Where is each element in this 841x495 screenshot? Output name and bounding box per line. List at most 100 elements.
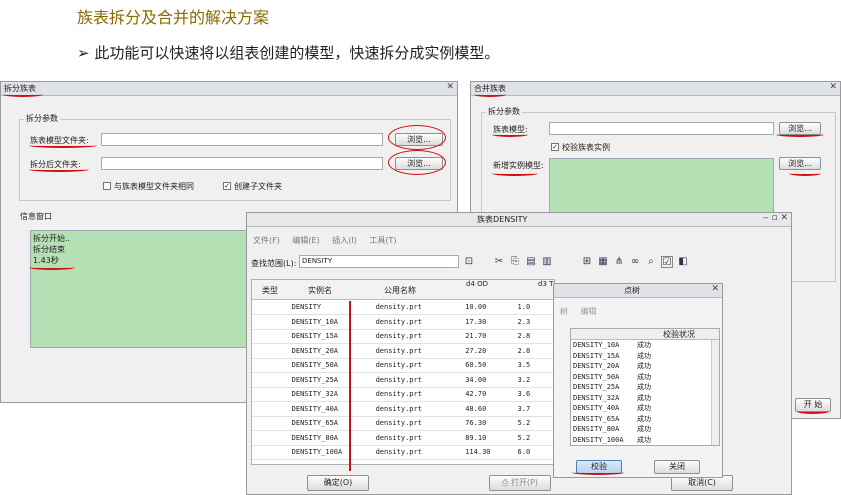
table-row[interactable]: DENSITY_15A density.prt 21.70 2.8: [252, 329, 554, 344]
table-cell: 42.70: [457, 387, 516, 402]
tree-icon[interactable]: ⊞: [581, 256, 593, 268]
create-subfolder-checkbox[interactable]: ✓: [223, 182, 231, 190]
table-cell: density.prt: [373, 372, 458, 388]
browse-new-instance-button[interactable]: 浏览...: [779, 157, 821, 170]
table-row[interactable]: DENSITY_32A density.prt 42.70 3.6: [252, 387, 554, 402]
table-header: 类型 实例名 公用名称 d4 OD d3 THK: [252, 280, 554, 300]
table-cell: [252, 401, 290, 417]
family-table-titlebar[interactable]: 族表DENSITY ‒ ▫ ✕: [247, 213, 791, 227]
annotation-underline: [797, 409, 829, 414]
same-folder-checkbox[interactable]: [103, 182, 111, 190]
cut-icon[interactable]: ✂: [493, 256, 505, 268]
split-dialog-titlebar[interactable]: 拆分族表 ✕: [1, 82, 457, 96]
table-row[interactable]: DENSITY_20A density.prt 27.20 2.8: [252, 343, 554, 359]
table-row[interactable]: DENSITY_100A density.prt 114.30 6.0: [252, 445, 554, 460]
paste-icon[interactable]: ▤: [525, 256, 537, 268]
window-controls-icon[interactable]: ‒ ▫ ✕: [763, 213, 788, 223]
menu-tree-edit[interactable]: 编辑: [581, 307, 597, 316]
info-line: 拆分结束: [33, 245, 65, 254]
close-button[interactable]: 关闭: [654, 460, 700, 474]
open-icon: ⎙: [501, 478, 511, 487]
merge-dialog-titlebar[interactable]: 合并族表 ✕: [471, 82, 840, 96]
same-folder-label: 与族表模型文件夹相同: [114, 182, 194, 191]
table-row[interactable]: DENSITY_80A density.prt 89.10 5.2: [252, 430, 554, 446]
table-cell: 114.30: [457, 445, 516, 460]
col-common-name[interactable]: 公用名称: [384, 285, 416, 296]
ok-button[interactable]: 确定(O): [307, 475, 369, 491]
verify-tree-menubar: 树 编辑: [560, 306, 607, 317]
table-row[interactable]: DENSITY_25A density.prt 34.00 3.2: [252, 372, 554, 388]
scrollbar[interactable]: [711, 340, 719, 445]
table-row[interactable]: DENSITY_50A density.prt 60.50 3.5: [252, 358, 554, 373]
annotation-underline: [492, 132, 528, 137]
info-line: 拆分开始..: [33, 234, 71, 243]
table-row[interactable]: DENSITY_40A density.prt 48.60 3.7: [252, 401, 554, 417]
table-cell: DENSITY_10A: [289, 314, 374, 330]
close-icon[interactable]: ✕: [829, 82, 837, 92]
verify-row[interactable]: DENSITY_65A 成功: [571, 414, 719, 425]
col-type[interactable]: 类型: [262, 285, 278, 296]
preview-icon[interactable]: ∞: [629, 256, 641, 268]
table-view-icon[interactable]: ◧: [677, 256, 689, 268]
folder-up-icon[interactable]: ⊡: [463, 256, 475, 268]
menu-tools[interactable]: 工具(T): [369, 236, 396, 245]
column-icon[interactable]: ▥: [541, 256, 553, 268]
verify-table-icon[interactable]: ☑: [661, 256, 673, 268]
verify-row[interactable]: DENSITY_10A 成功: [571, 340, 719, 351]
annotation-underline: [29, 143, 97, 148]
family-model-input[interactable]: [549, 122, 774, 135]
family-folder-input[interactable]: [101, 133, 383, 146]
annotation-underline: [29, 167, 89, 172]
table-cell: [252, 387, 290, 402]
col-d4[interactable]: d4 OD: [466, 280, 496, 289]
verify-row[interactable]: DENSITY_40A 成功: [571, 403, 719, 414]
table-cell: [252, 445, 290, 460]
verify-row[interactable]: DENSITY_25A 成功: [571, 382, 719, 393]
verify-row[interactable]: DENSITY_100A 成功: [571, 435, 719, 446]
table-cell: 3.6: [515, 387, 554, 402]
table-cell: 89.10: [457, 430, 516, 446]
table-cell: [252, 300, 290, 315]
table-row[interactable]: DENSITY_10A density.prt 17.30 2.3: [252, 314, 554, 330]
info-window: 拆分开始.. 拆分结束 1.43秒: [30, 230, 248, 348]
verify-row[interactable]: DENSITY_50A 成功: [571, 372, 719, 383]
verify-row-status: 成功: [637, 404, 651, 412]
scope-select[interactable]: DENSITY: [299, 255, 459, 268]
filter-icon[interactable]: ⋔: [613, 256, 625, 268]
table-cell: 17.30: [457, 314, 516, 330]
copy-icon[interactable]: ⎘: [509, 256, 521, 268]
verify-rows: DENSITY_10A 成功 DENSITY_15A 成功 DENSITY_20A 成功 D…: [571, 340, 719, 445]
menu-edit[interactable]: 编辑(E): [292, 236, 319, 245]
verify-tree-titlebar[interactable]: 点树 ✕: [554, 284, 722, 298]
table-cell: DENSITY_32A: [289, 387, 374, 402]
table-cell: 5.2: [515, 416, 554, 431]
col-instance-name[interactable]: 实例名: [308, 285, 332, 296]
table-cell: [252, 329, 290, 344]
close-icon[interactable]: ✕: [711, 284, 719, 294]
table-cell: 34.00: [457, 372, 516, 388]
table-cell: 3.5: [515, 358, 554, 373]
close-icon[interactable]: ✕: [446, 82, 454, 92]
verify-row[interactable]: DENSITY_20A 成功: [571, 361, 719, 372]
table-row[interactable]: DENSITY_65A density.prt 76.30 5.2: [252, 416, 554, 431]
verify-instances-checkbox[interactable]: ✓: [551, 143, 559, 151]
menu-file[interactable]: 文件(F): [253, 236, 280, 245]
open-button[interactable]: ⎙ 打开(P): [489, 475, 551, 491]
search-icon[interactable]: ⌕: [645, 256, 657, 268]
menu-tree[interactable]: 树: [560, 307, 568, 316]
verify-row[interactable]: DENSITY_32A 成功: [571, 393, 719, 404]
output-folder-input[interactable]: [101, 157, 383, 170]
table-cell: density.prt: [373, 329, 458, 344]
table-cell: 5.2: [515, 430, 554, 446]
verify-row[interactable]: DENSITY_80A 成功: [571, 424, 719, 435]
verify-row-status: 成功: [637, 383, 651, 391]
menu-insert[interactable]: 插入(I): [332, 236, 357, 245]
split-params-label: 拆分参数: [24, 113, 60, 124]
table-row[interactable]: DENSITY density.prt 10.00 1.0: [252, 300, 554, 315]
slide-bullet: ➢ 此功能可以快速将以组表创建的模型，快速拆分成实例模型。: [77, 42, 499, 63]
verify-row[interactable]: DENSITY_15A 成功: [571, 351, 719, 362]
verify-tree-title: 点树: [624, 286, 640, 295]
verify-row-instance: DENSITY_20A: [573, 362, 620, 370]
verify-row-status: 成功: [637, 425, 651, 433]
instance-icon[interactable]: ▦: [597, 256, 609, 268]
